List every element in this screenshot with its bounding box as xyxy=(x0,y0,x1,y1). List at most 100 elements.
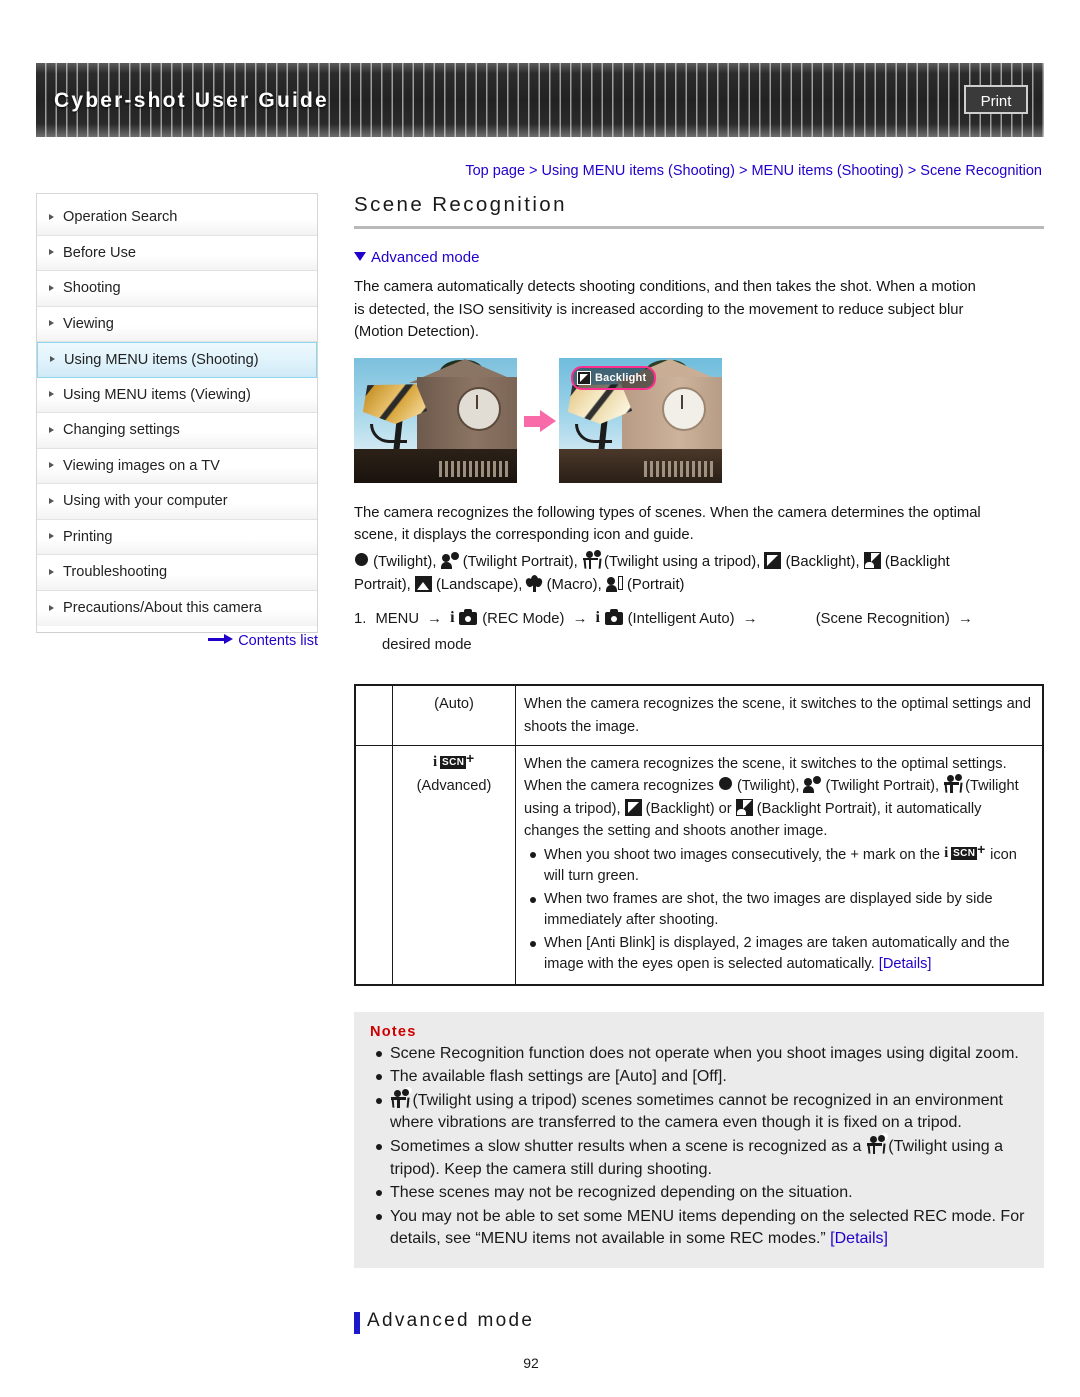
scene-icon-list: (Twilight), (Twilight Portrait), (Twilig… xyxy=(354,549,1044,596)
contents-list-label: Contents list xyxy=(238,633,318,649)
note-2-text: The available flash settings are [Auto] … xyxy=(390,1068,727,1086)
table-cell-spacer xyxy=(354,684,393,746)
modes-table: (Auto) When the camera recognizes the sc… xyxy=(354,684,1044,986)
chevron-right-icon xyxy=(49,604,54,611)
macro-icon xyxy=(524,574,545,592)
advanced-mode-label: Advanced mode xyxy=(371,249,480,266)
sidebar-item-troubleshooting[interactable]: Troubleshooting xyxy=(37,555,317,591)
triangle-down-icon xyxy=(354,252,366,261)
sidebar-item-precautions[interactable]: Precautions/About this camera xyxy=(37,590,317,626)
photo-after: Backlight xyxy=(559,357,722,483)
chevron-right-icon xyxy=(49,462,54,469)
twilight-tripod-icon xyxy=(390,1089,410,1109)
sidebar-item-label: Using with your computer xyxy=(63,493,228,509)
table-cell-spacer xyxy=(354,744,393,986)
bullet-1-line2: will turn green. xyxy=(544,868,639,885)
print-button[interactable]: Print xyxy=(964,85,1028,114)
backlight-portrait-icon xyxy=(863,551,881,569)
signboard xyxy=(439,460,509,477)
backlight-badge-label: Backlight xyxy=(595,371,647,384)
arrow-glyph: → xyxy=(572,611,588,628)
breadcrumb[interactable]: Top page > Using MENU items (Shooting) >… xyxy=(0,163,1042,179)
sidebar-item-before-use[interactable]: Before Use xyxy=(37,235,317,271)
chevron-right-icon xyxy=(49,497,54,504)
step-menu: MENU xyxy=(375,611,420,628)
list-item: When two frames are shot, the two images… xyxy=(530,889,1034,932)
intelligent-auto-icon: i xyxy=(596,609,624,627)
sidebar-item-label: Viewing images on a TV xyxy=(63,457,220,474)
sidebar-item-viewing[interactable]: Viewing xyxy=(37,306,317,342)
note-1-text: Scene Recognition function does not oper… xyxy=(390,1044,1019,1062)
signboard xyxy=(644,460,714,477)
notes-title: Notes xyxy=(370,1023,417,1040)
list-item: (Twilight using a tripod) scenes sometim… xyxy=(376,1089,1028,1135)
sidebar-item-label: Before Use xyxy=(63,244,137,261)
adv-twilight-tripod-2: using a tripod), xyxy=(524,800,621,817)
table-cell-mode: (Auto) xyxy=(392,684,516,746)
intro-paragraph: The camera automatically detects shootin… xyxy=(354,276,1044,344)
backlight-badge: Backlight xyxy=(571,365,657,390)
backlight-icon xyxy=(624,798,642,816)
sidebar-item-using-menu-items-viewing[interactable]: Using MENU items (Viewing) xyxy=(37,377,317,413)
sidebar-item-using-with-your-computer[interactable]: Using with your computer xyxy=(37,484,317,520)
bullet-1-post: icon xyxy=(990,846,1017,863)
sidebar-item-printing[interactable]: Printing xyxy=(37,519,317,555)
sidebar-item-using-menu-items-shooting[interactable]: Using MENU items (Shooting) xyxy=(37,342,317,378)
table-row: (Auto) When the camera recognizes the sc… xyxy=(354,684,1044,746)
advanced-mode-label: (Advanced) xyxy=(416,778,492,795)
sidebar-item-label: Printing xyxy=(63,528,113,545)
landscape-icon xyxy=(414,575,432,592)
clock-face xyxy=(662,386,706,431)
chevron-right-icon xyxy=(49,249,54,256)
note-6-line2: details, see “MENU items not available i… xyxy=(390,1230,826,1248)
sidebar-item-operation-search[interactable]: Operation Search xyxy=(37,200,317,236)
note-4-line2: tripod). Keep the camera still during sh… xyxy=(390,1160,712,1178)
scene-types-line-1: The camera recognizes the following type… xyxy=(354,504,981,521)
table-row: i SCN + (Advanced) When the camera recogni… xyxy=(354,744,1044,986)
backlight-portrait-label: (Backlight xyxy=(884,553,950,570)
twilight-tripod-icon xyxy=(582,549,602,569)
advanced-mode-link[interactable]: Advanced mode xyxy=(354,249,1044,266)
iscn-plus-icon: i SCN + xyxy=(433,749,475,770)
step-rec-mode: (REC Mode) xyxy=(482,611,565,628)
bullet-3-line2: image with the eyes open is selected aut… xyxy=(544,956,875,973)
sidebar-item-label: Shooting xyxy=(63,280,121,296)
iscn-plus-icon: i SCN + xyxy=(944,840,986,861)
twilight-tripod-label: (Twilight using a tripod), xyxy=(604,553,761,570)
macro-label: (Macro), xyxy=(546,576,602,593)
twilight-icon xyxy=(718,776,733,793)
scene-types-line-2: scene, it displays the corresponding ico… xyxy=(354,527,694,544)
portrait-label: (Portrait) xyxy=(626,576,685,593)
portrait-cont-label: Portrait), xyxy=(354,576,411,593)
twilight-label: (Twilight), xyxy=(373,553,437,570)
adv-line-1: When the camera recognizes the scene, it… xyxy=(524,755,1007,772)
arrow-glyph: → xyxy=(957,611,973,628)
rec-mode-icon: i xyxy=(450,609,478,627)
sidebar-item-label: Using MENU items (Viewing) xyxy=(63,386,251,403)
sidebar-item-shooting[interactable]: Shooting xyxy=(37,271,317,307)
adv-backlight-portrait: (Backlight Portrait), it automatically xyxy=(756,800,982,817)
twilight-portrait-icon xyxy=(440,551,459,569)
table-cell-description: When the camera recognizes the scene, it… xyxy=(515,744,1044,986)
sidebar-item-viewing-images-on-a-tv[interactable]: Viewing images on a TV xyxy=(37,448,317,484)
list-item: The available flash settings are [Auto] … xyxy=(376,1066,1028,1088)
bullet-1-pre: When you shoot two images consecutively,… xyxy=(544,846,940,863)
twilight-tripod-icon xyxy=(866,1135,886,1155)
intro-line-2: is detected, the ISO sensitivity is incr… xyxy=(354,301,964,318)
backlight-icon xyxy=(577,370,591,385)
sidebar-item-changing-settings[interactable]: Changing settings xyxy=(37,413,317,449)
notes-panel: Notes Scene Recognition function does no… xyxy=(354,1011,1044,1269)
backlight-portrait-icon xyxy=(735,798,753,816)
list-item: You may not be able to set some MENU ite… xyxy=(376,1206,1028,1251)
step-desired-mode: desired mode xyxy=(382,637,472,654)
main-content: Scene Recognition Advanced mode The came… xyxy=(354,193,1044,1335)
twilight-tripod-icon xyxy=(943,774,963,794)
step-intelligent-auto: (Intelligent Auto) xyxy=(627,611,735,628)
photo-before xyxy=(354,357,517,483)
landscape-label: (Landscape), xyxy=(435,576,523,593)
intro-line-3: (Motion Detection). xyxy=(354,324,480,341)
backlight-label: (Backlight), xyxy=(785,553,860,570)
details-link[interactable]: [Details] xyxy=(830,1230,888,1247)
contents-list-link[interactable]: Contents list xyxy=(36,633,318,649)
details-link[interactable]: [Details] xyxy=(879,956,932,972)
